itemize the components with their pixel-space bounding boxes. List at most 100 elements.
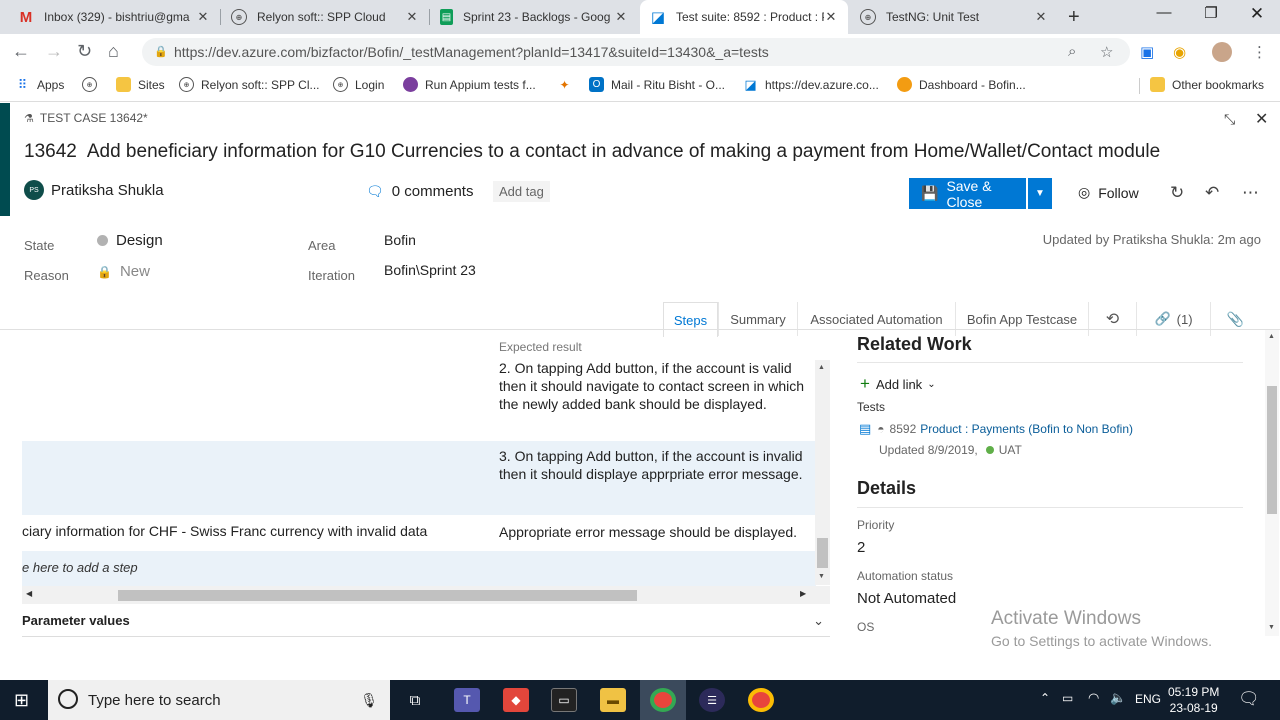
bookmark-login[interactable]: ⊕ Login xyxy=(333,77,384,92)
scrollbar-thumb[interactable] xyxy=(118,590,637,601)
bookmark-shortcut[interactable]: ✦ xyxy=(557,77,579,92)
task-view-icon[interactable]: ⧉ xyxy=(402,688,428,712)
bookmark-star-icon[interactable]: ☆ xyxy=(1100,43,1113,61)
wifi-icon[interactable]: ◠ xyxy=(1088,690,1099,706)
watermark-line1: Activate Windows xyxy=(991,608,1141,629)
home-button[interactable]: ⌂ xyxy=(108,41,119,62)
close-tab-icon[interactable]: ✕ xyxy=(405,9,419,25)
related-test-updated: Updated 8/9/2019, xyxy=(879,443,978,457)
add-link-button[interactable]: + Add link ⌄ xyxy=(860,374,936,394)
browser-tab-testng[interactable]: ⊕ TestNG: Unit Test ✕ xyxy=(850,0,1058,34)
undo-icon[interactable]: ↶ xyxy=(1205,183,1219,203)
follow-button[interactable]: ◎ Follow xyxy=(1078,184,1139,201)
browser-tab-sheets[interactable]: ▤ Sprint 23 - Backlogs - Goog ✕ xyxy=(430,0,638,34)
forward-button[interactable]: → xyxy=(45,41,63,62)
microphone-icon[interactable]: 🎙 xyxy=(360,692,378,709)
scroll-right-arrow[interactable]: ▶ xyxy=(800,589,806,598)
state-field[interactable]: Design xyxy=(97,232,163,249)
bookmark-mail[interactable]: O Mail - Ritu Bisht - O... xyxy=(589,77,725,92)
scroll-down-arrow[interactable]: ▼ xyxy=(1268,624,1275,631)
assignee-name: Pratiksha Shukla xyxy=(51,181,164,199)
taskbar-clock[interactable]: 05:19 PM 23-08-19 xyxy=(1168,684,1219,716)
bookmark-apps[interactable]: ⠿ Apps xyxy=(15,77,65,92)
minimize-button[interactable]: — xyxy=(1149,4,1179,21)
close-tab-icon[interactable]: ✕ xyxy=(196,9,210,25)
zoom-icon[interactable]: ⌕ xyxy=(1068,43,1076,60)
iteration-field[interactable]: Bofin\Sprint 23 xyxy=(384,262,476,278)
profile-avatar[interactable] xyxy=(1212,42,1232,62)
scrollbar-thumb[interactable] xyxy=(817,538,828,568)
language-indicator[interactable]: ENG xyxy=(1135,692,1161,706)
right-panel-scrollbar[interactable]: ▲ ▼ xyxy=(1265,330,1279,636)
chevron-up-icon[interactable]: ⌃ xyxy=(1040,691,1050,705)
automation-status-field[interactable]: Not Automated xyxy=(857,590,956,607)
parameter-values-section[interactable]: Parameter values ⌄ xyxy=(22,613,830,637)
save-options-dropdown[interactable]: ▼ xyxy=(1028,178,1052,209)
close-dialog-icon[interactable]: ✕ xyxy=(1255,109,1268,129)
bookmark-relyon[interactable]: ⊕ Relyon soft:: SPP Cl... xyxy=(179,77,320,92)
bookmark-globe[interactable]: ⊕ xyxy=(82,77,104,92)
bookmark-dashboard[interactable]: Dashboard - Bofin... xyxy=(897,77,1026,92)
url-field[interactable]: 🔒 https://dev.azure.com/bizfactor/Bofin/… xyxy=(142,38,1130,66)
avatar: PS xyxy=(24,180,44,200)
area-field[interactable]: Bofin xyxy=(384,232,416,248)
scroll-up-arrow[interactable]: ▲ xyxy=(818,364,825,371)
browser-tab-test-suite[interactable]: ◪ Test suite: 8592 : Product : P ✕ xyxy=(640,0,848,34)
horizontal-scrollbar[interactable]: ◀ ▶ xyxy=(22,586,830,604)
browser-tab-relyon[interactable]: ⊕ Relyon soft:: SPP Cloud ✕ xyxy=(221,0,429,34)
back-button[interactable]: ← xyxy=(12,41,30,62)
close-tab-icon[interactable]: ✕ xyxy=(824,9,838,25)
extension-icon[interactable]: ▣ xyxy=(1140,43,1154,61)
close-tab-icon[interactable]: ✕ xyxy=(1034,9,1048,25)
related-test-item[interactable]: ▤ ◓ 8592 Product : Payments (Bofin to No… xyxy=(859,421,1133,437)
work-item-title[interactable]: 13642 Add beneficiary information for G10… xyxy=(24,141,1160,163)
notification-icon[interactable]: 🗨 xyxy=(1238,689,1260,709)
volume-icon[interactable]: 🔈 xyxy=(1110,690,1126,706)
table-row[interactable]: 3. On tapping Add button, if the account… xyxy=(22,441,816,515)
file-explorer-icon[interactable]: ▬ xyxy=(600,688,626,712)
more-actions-icon[interactable]: ⋯ xyxy=(1242,183,1259,203)
teams-icon[interactable]: T xyxy=(454,688,480,712)
chrome-icon[interactable] xyxy=(650,688,676,712)
priority-label: Priority xyxy=(857,518,895,532)
close-window-button[interactable]: ✕ xyxy=(1242,4,1272,24)
windows-start-icon[interactable]: ⊞ xyxy=(14,690,29,711)
add-tag-button[interactable]: Add tag xyxy=(493,181,550,202)
taskbar-search-box[interactable]: Type here to search 🎙 xyxy=(48,680,390,720)
extension-icon[interactable]: ◉ xyxy=(1173,43,1186,61)
restore-button[interactable]: ❐ xyxy=(1196,4,1226,22)
table-row[interactable]: ciary information for CHF - Swiss Franc … xyxy=(22,515,816,551)
scroll-left-arrow[interactable]: ◀ xyxy=(26,589,32,598)
bookmark-appium[interactable]: Run Appium tests f... xyxy=(403,77,536,92)
work-item-type-label: TEST CASE 13642* xyxy=(39,111,148,125)
close-tab-icon[interactable]: ✕ xyxy=(614,9,628,25)
scroll-up-arrow[interactable]: ▲ xyxy=(1268,333,1275,340)
chevron-down-icon[interactable]: ⌄ xyxy=(813,613,824,629)
scroll-down-arrow[interactable]: ▼ xyxy=(818,573,825,580)
related-test-link[interactable]: Product : Payments (Bofin to Non Bofin) xyxy=(920,422,1133,436)
new-tab-button[interactable]: + xyxy=(1068,6,1080,29)
reload-button[interactable]: ↻ xyxy=(77,41,92,62)
chrome-icon[interactable] xyxy=(748,688,774,712)
table-row[interactable]: 2. On tapping Add button, if the account… xyxy=(22,359,816,441)
save-close-button[interactable]: 💾 Save & Close xyxy=(909,178,1026,210)
chrome-menu-icon[interactable]: ⋮ xyxy=(1252,43,1267,61)
anydesk-icon[interactable]: ◆ xyxy=(503,688,529,712)
priority-field[interactable]: 2 xyxy=(857,539,865,556)
vertical-scrollbar[interactable]: ▲ ▼ xyxy=(815,360,830,585)
bookmark-azure[interactable]: ◪ https://dev.azure.co... xyxy=(743,77,879,92)
assignee-field[interactable]: PS Pratiksha Shukla xyxy=(24,180,164,200)
scrollbar-thumb[interactable] xyxy=(1267,386,1277,514)
comments-link[interactable]: 🗨 0 comments xyxy=(366,183,473,200)
add-step-row[interactable]: e here to add a step xyxy=(22,551,816,586)
bookmark-sites[interactable]: Sites xyxy=(116,77,165,92)
refresh-icon[interactable]: ↻ xyxy=(1170,183,1184,203)
collapse-icon[interactable]: ⤡ xyxy=(1224,111,1235,128)
browser-tab-gmail[interactable]: M Inbox (329) - bishtriu@gma ✕ xyxy=(8,0,220,34)
reason-field[interactable]: 🔒 New xyxy=(97,263,150,280)
expected-result-header: Expected result xyxy=(499,340,582,354)
terminal-icon[interactable]: ▭ xyxy=(551,688,577,712)
eclipse-icon[interactable]: ☰ xyxy=(699,688,725,712)
battery-icon[interactable]: ▭ xyxy=(1062,691,1073,705)
other-bookmarks[interactable]: Other bookmarks xyxy=(1150,77,1264,92)
